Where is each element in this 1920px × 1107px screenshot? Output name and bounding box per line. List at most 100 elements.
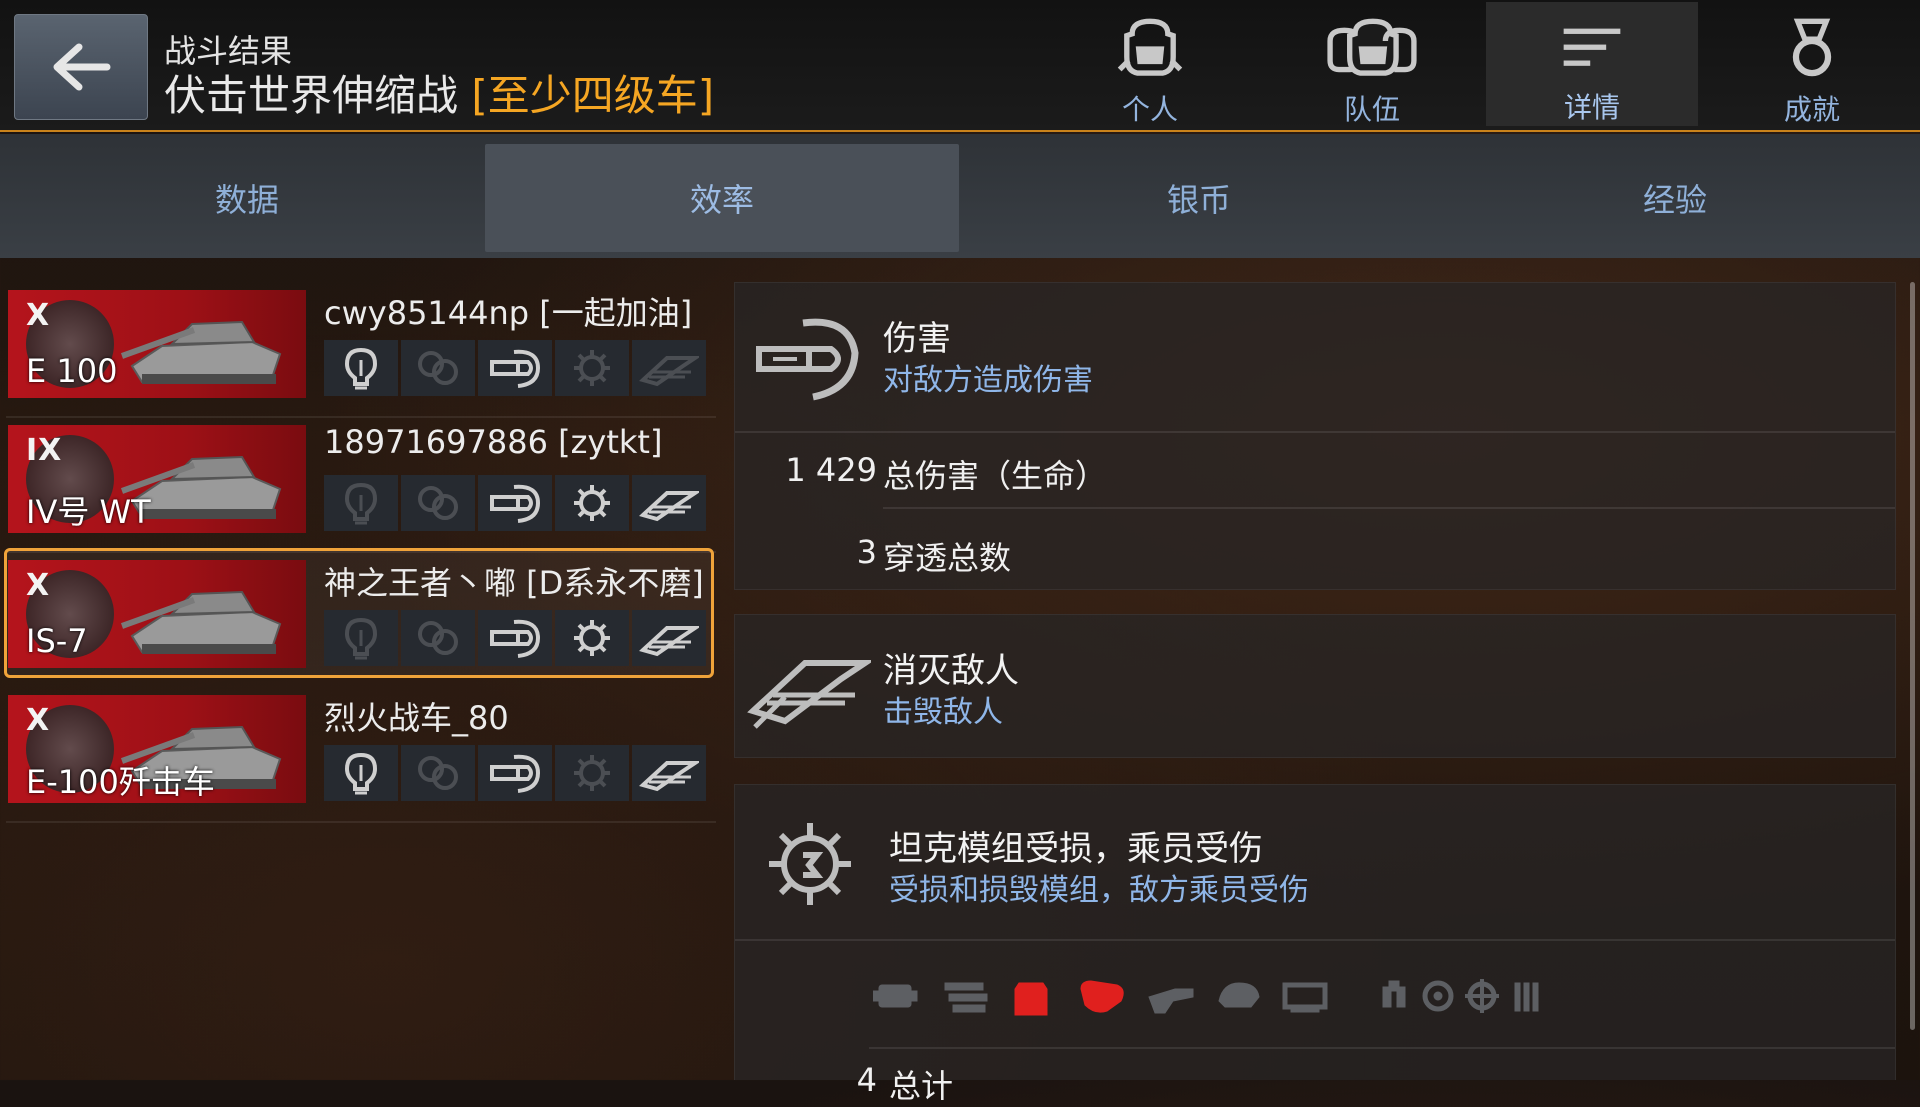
module-gear-icon — [555, 745, 629, 801]
total-modules-label: 总计 — [889, 1067, 954, 1105]
tab-personal-label: 个人 — [1121, 93, 1178, 126]
damage-subtitle: 对敌方造成伤害 — [883, 363, 1093, 398]
details-list-icon — [1563, 28, 1621, 66]
module-icon-row — [872, 975, 1773, 1025]
subtab-data[interactable]: 数据 — [10, 144, 484, 252]
player-row[interactable]: IX IV号 WT 18971697886 [zytkt] — [6, 423, 716, 553]
player-badges — [324, 340, 710, 396]
turret-icon — [1213, 975, 1263, 1025]
damage-shell-icon — [756, 318, 859, 401]
penetrations-value: 3 — [856, 533, 877, 571]
damage-title: 伤害 — [883, 319, 951, 359]
kill-wings-icon — [747, 660, 871, 729]
sub-tab-bar: 数据 效率 银币 经验 — [0, 134, 1920, 258]
kills-subtitle: 击毁敌人 — [883, 695, 1003, 730]
tank-card: X IS-7 — [8, 560, 306, 668]
tank-tier: X — [26, 298, 51, 333]
tab-achievements-label: 成就 — [1783, 93, 1840, 126]
kill-wings-icon — [632, 745, 706, 801]
panel-divider — [735, 431, 1895, 433]
commander-icon — [1373, 975, 1423, 1025]
spot-bulb-icon — [324, 745, 398, 801]
damage-panel: 伤害 对敌方造成伤害 1 429 总伤害（生命） 3 穿透总数 — [734, 282, 1896, 590]
tab-team[interactable]: 队伍 — [1266, 0, 1478, 128]
total-modules-value: 4 — [856, 1061, 877, 1099]
battle-mode-tag: [至少四级车] — [471, 71, 715, 120]
modules-title: 坦克模组受损，乘员受伤 — [889, 829, 1263, 869]
tank-silhouette-icon — [102, 566, 302, 668]
tab-personal[interactable]: 个人 — [1044, 0, 1256, 128]
player-row[interactable]: X E-100歼击车 烈火战车_80 — [6, 695, 716, 823]
player-row[interactable]: X E 100 cwy85144np [一起加油] — [6, 290, 716, 418]
results-scrollbar[interactable] — [1910, 282, 1915, 1030]
damage-shell-icon — [478, 745, 552, 801]
module-gear-icon — [555, 340, 629, 396]
tank-name: E-100歼击车 — [26, 763, 215, 801]
total-damage-value: 1 429 — [785, 451, 877, 489]
module-gear-icon — [769, 823, 851, 905]
spot-bulb-icon — [324, 340, 398, 396]
medal-icon — [1792, 18, 1832, 77]
panel-divider — [735, 939, 1895, 941]
tank-tier: X — [26, 703, 51, 738]
player-name: 18971697886 [zytkt] — [324, 423, 663, 461]
damage-shell-icon — [478, 610, 552, 666]
total-damage-label: 总伤害（生命） — [883, 457, 1108, 495]
player-badges — [324, 610, 710, 666]
tab-team-label: 队伍 — [1343, 93, 1400, 126]
tab-details-label: 详情 — [1563, 91, 1620, 124]
damage-shell-icon — [478, 340, 552, 396]
tank-name: IV号 WT — [26, 493, 151, 531]
kills-title: 消灭敌人 — [883, 651, 1019, 691]
transmission-icon — [941, 975, 991, 1025]
subtab-efficiency[interactable]: 效率 — [485, 144, 959, 252]
player-name: 神之王者丶嘟 [D系永不磨] — [324, 564, 704, 602]
tank-card: IX IV号 WT — [8, 425, 306, 533]
tank-name: IS-7 — [26, 622, 88, 660]
player-name: 烈火战车_80 — [324, 699, 509, 737]
gun-icon — [1145, 975, 1195, 1025]
assist-link-icon — [401, 475, 475, 531]
row-divider — [869, 1047, 1895, 1049]
ammo-rack-icon — [1281, 975, 1331, 1025]
tank-silhouette-icon — [102, 296, 302, 398]
spot-bulb-icon — [324, 475, 398, 531]
tab-details[interactable]: 详情 — [1486, 2, 1698, 126]
engine-icon — [872, 975, 923, 1025]
row-divider — [883, 507, 1895, 509]
driver-icon — [1417, 975, 1467, 1025]
tracks-icon — [1077, 975, 1127, 1025]
tank-name: E 100 — [26, 352, 118, 390]
player-badges — [324, 475, 710, 531]
module-gear-icon — [555, 475, 629, 531]
assist-link-icon — [401, 340, 475, 396]
single-helmet-icon — [1117, 18, 1183, 76]
subtab-experience[interactable]: 经验 — [1438, 144, 1912, 252]
player-name: cwy85144np [一起加油] — [324, 294, 693, 332]
back-arrow-icon — [53, 43, 111, 91]
subtab-silver[interactable]: 银币 — [962, 144, 1436, 252]
tab-achievements[interactable]: 成就 — [1706, 0, 1918, 128]
loader-icon — [1505, 975, 1555, 1025]
tank-tier: X — [26, 568, 51, 603]
team-helmets-icon — [1327, 18, 1417, 76]
assist-link-icon — [401, 745, 475, 801]
row-separator — [6, 416, 716, 418]
battle-mode-title: 伏击世界伸缩战 [至少四级车] — [164, 62, 714, 123]
modules-subtitle: 受损和损毁模组，敌方乘员受伤 — [889, 873, 1309, 908]
kill-wings-icon — [632, 610, 706, 666]
top-bar: 战斗结果 伏击世界伸缩战 [至少四级车] 个人 队伍 详情 成就 — [0, 0, 1920, 132]
gunner-icon — [1461, 975, 1511, 1025]
player-row[interactable]: X IS-7 神之王者丶嘟 [D系永不磨] — [4, 548, 716, 680]
spot-bulb-icon — [324, 610, 398, 666]
tank-card: X E 100 — [8, 290, 306, 398]
modules-panel: 坦克模组受损，乘员受伤 受损和损毁模组，敌方乘员受伤 4 总计 — [734, 784, 1896, 1105]
module-gear-icon — [555, 610, 629, 666]
assist-link-icon — [401, 610, 475, 666]
back-button[interactable] — [14, 14, 148, 120]
damage-shell-icon — [478, 475, 552, 531]
player-badges — [324, 745, 710, 801]
row-separator — [6, 821, 716, 823]
kill-wings-icon — [632, 475, 706, 531]
kills-panel: 消灭敌人 击毁敌人 — [734, 614, 1896, 758]
